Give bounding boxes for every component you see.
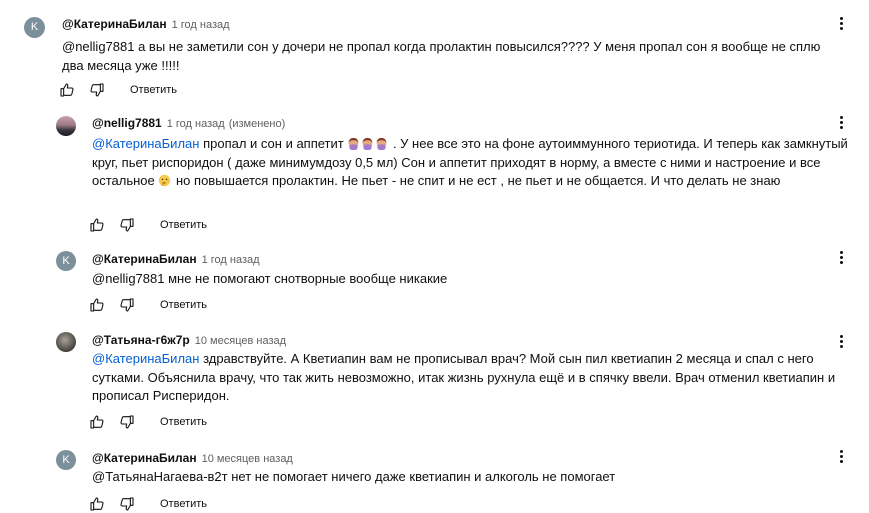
dislike-icon[interactable] <box>89 82 105 98</box>
author-name[interactable]: @КатеринаБилан <box>92 252 197 266</box>
comment-header: @КатеринаБилан 10 месяцев назад <box>92 451 293 465</box>
mention-link[interactable]: @КатеринаБилан <box>92 136 199 151</box>
woman-facepalming-emoji <box>376 137 387 150</box>
like-icon[interactable] <box>89 496 105 512</box>
dislike-icon[interactable] <box>119 414 135 430</box>
more-vert-icon[interactable] <box>834 449 850 465</box>
comment-text: @nellig7881 мне не помогают снотворные в… <box>92 271 448 286</box>
reply-item: K @КатеринаБилан 10 месяцев назад @Татья… <box>0 445 869 513</box>
comment-header: @Татьяна-г6ж7р 10 месяцев назад <box>92 333 286 347</box>
comment-text: @КатеринаБилан пропал и сон и аппетит . … <box>92 135 862 191</box>
comment-actions: Ответить <box>89 297 207 313</box>
comment-header: @nellig7881 1 год назад (изменено) <box>92 116 285 130</box>
comment-text-part: пропал и сон и аппетит <box>199 136 348 151</box>
woman-facepalming-emoji <box>362 137 373 150</box>
thinking-face-emoji <box>159 174 171 187</box>
comment-actions: Ответить <box>59 82 177 98</box>
comment-text: @КатеринаБилан здравствуйте. А Кветиапин… <box>92 350 862 406</box>
author-name[interactable]: @КатеринаБилан <box>92 451 197 465</box>
edited-label: (изменено) <box>228 118 286 130</box>
comment-item: K @КатеринаБилан 1 год назад @nellig7881… <box>0 0 869 110</box>
reply-item: @nellig7881 1 год назад (изменено) @Кате… <box>0 110 869 245</box>
author-name[interactable]: @nellig7881 <box>92 116 162 130</box>
dislike-icon[interactable] <box>119 496 135 512</box>
author-name[interactable]: @КатеринаБилан <box>62 17 167 31</box>
comment-time[interactable]: 1 год назад <box>202 254 260 266</box>
dislike-icon[interactable] <box>119 297 135 313</box>
reply-item: @Татьяна-г6ж7р 10 месяцев назад @Катерин… <box>0 325 869 445</box>
comment-actions: Ответить <box>89 414 207 430</box>
more-vert-icon[interactable] <box>834 250 850 266</box>
comment-actions: Ответить <box>89 217 207 233</box>
comment-actions: Ответить <box>89 496 207 512</box>
reply-button[interactable]: Ответить <box>160 416 207 428</box>
reply-button[interactable]: Ответить <box>160 498 207 510</box>
reply-item: K @КатеринаБилан 1 год назад @nellig7881… <box>0 245 869 325</box>
like-icon[interactable] <box>89 297 105 313</box>
more-vert-icon[interactable] <box>834 115 850 131</box>
comment-header: @КатеринаБилан 1 год назад <box>92 252 260 266</box>
comment-text: @nellig7881 а вы не заметили сон у дочер… <box>62 39 821 73</box>
avatar[interactable]: K <box>56 450 76 470</box>
avatar[interactable] <box>56 116 76 136</box>
comment-time[interactable]: 10 месяцев назад <box>202 453 293 465</box>
comment-time[interactable]: 10 месяцев назад <box>195 335 286 347</box>
woman-facepalming-emoji <box>348 137 359 150</box>
avatar[interactable] <box>56 332 76 352</box>
comment-time[interactable]: 1 год назад <box>167 118 225 130</box>
comment-header: @КатеринаБилан 1 год назад <box>62 17 230 31</box>
more-vert-icon[interactable] <box>834 334 850 350</box>
author-name[interactable]: @Татьяна-г6ж7р <box>92 333 190 347</box>
reply-button[interactable]: Ответить <box>130 84 177 96</box>
like-icon[interactable] <box>59 82 75 98</box>
comment-text-part: здравствуйте. А Кветиапин вам не прописы… <box>92 351 836 403</box>
more-vert-icon[interactable] <box>834 16 850 32</box>
reply-button[interactable]: Ответить <box>160 299 207 311</box>
comment-text: @ТатьянаНагаева-в2т нет не помогает ниче… <box>92 469 616 484</box>
avatar[interactable]: K <box>24 17 45 38</box>
like-icon[interactable] <box>89 414 105 430</box>
like-icon[interactable] <box>89 217 105 233</box>
mention-link[interactable]: @КатеринаБилан <box>92 351 199 366</box>
comment-time[interactable]: 1 год назад <box>172 19 230 31</box>
comment-text-part: но повышается пролактин. Не пьет - не сп… <box>172 173 781 188</box>
reply-button[interactable]: Ответить <box>160 219 207 231</box>
dislike-icon[interactable] <box>119 217 135 233</box>
avatar[interactable]: K <box>56 251 76 271</box>
